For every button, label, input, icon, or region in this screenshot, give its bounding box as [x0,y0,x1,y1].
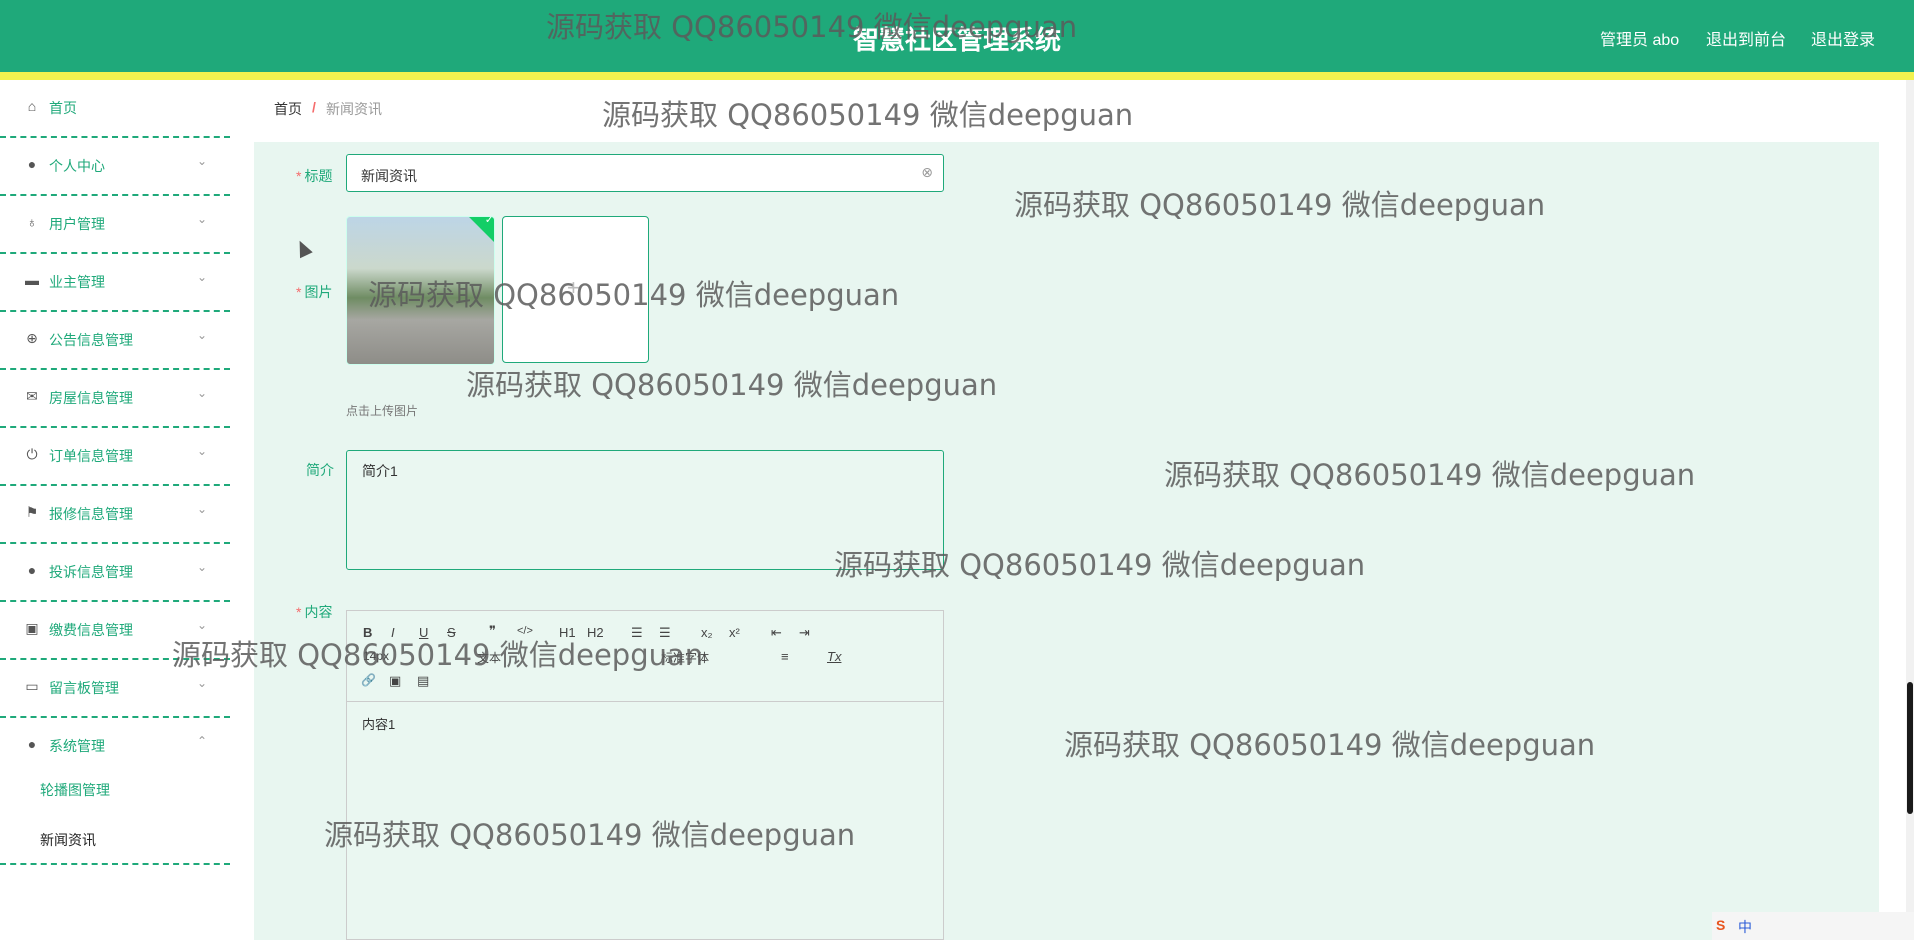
sidebar-item-notice-management[interactable]: ⊕ 公告信息管理 ⌄ [0,312,230,370]
intro-label: 简介 [306,462,334,478]
breadcrumb-separator: / [312,99,316,115]
watermark: 源码获取 QQ86050149 微信deepguan [1164,458,1696,492]
video-button[interactable]: ▤ [417,673,429,689]
breadcrumb-home[interactable]: 首页 [274,99,302,119]
bulb-icon: ● [27,562,37,578]
flag-icon: ⚑ [25,504,39,520]
sidebar-item-label: 房屋信息管理 [49,390,133,406]
chevron-up-icon: ⌃ [197,734,208,748]
sidebar-item-complaint-management[interactable]: ● 投诉信息管理 ⌄ [0,544,230,602]
image-button[interactable]: ▣ [389,673,401,689]
upload-success-badge: ✓ [465,216,494,246]
sidebar-item-label: 缴费信息管理 [49,622,133,638]
title-input-value: 新闻资讯 [361,168,417,184]
chevron-down-icon: ⌄ [197,154,208,168]
clear-icon[interactable]: ⊗ [921,164,933,181]
watermark: 源码获取 QQ86050149 微信deepguan [368,278,900,312]
sidebar-item-label: 订单信息管理 [49,448,133,464]
chevron-down-icon: ⌄ [197,212,208,226]
mail-icon: ✉ [26,388,38,404]
chevron-down-icon: ⌄ [197,676,208,690]
sidebar-item-label: 投诉信息管理 [49,564,133,580]
stamp-icon: ▬ [25,272,39,288]
watermark: 源码获取 QQ86050149 微信deepguan [602,98,1134,132]
sidebar-item-personal-center[interactable]: ● 个人中心 ⌄ [0,138,230,196]
content-label: * 内容 [296,604,333,620]
sidebar-item-label: 报修信息管理 [49,506,133,522]
intro-value: 简介1 [362,463,398,479]
mic-icon: ♁ [26,214,38,230]
chevron-down-icon: ⌄ [197,386,208,400]
user-icon: ● [27,156,37,172]
link-button[interactable]: 🔗 [361,673,376,687]
sidebar: ⌂ 首页 ● 个人中心 ⌄ ♁ 用户管理 ⌄ ▬ 业主管理 ⌄ ⊕ 公告信息管理… [0,80,230,940]
sidebar-item-label: 用户管理 [49,216,105,232]
watermark: 源码获取 QQ86050149 微信deepguan [324,818,856,852]
sidebar-item-label: 个人中心 [49,158,105,174]
chevron-down-icon: ⌄ [197,270,208,284]
clear-format-button[interactable]: Tx [827,649,841,664]
chevron-down-icon: ⌄ [197,560,208,574]
image-label: * 图片 [296,284,333,300]
admin-name: 管理员 abo [1600,32,1680,49]
sidebar-item-label: 业主管理 [49,274,105,290]
sidebar-item-system-management[interactable]: ● 系统管理 ⌃ [0,718,230,776]
sidebar-divider [0,863,230,865]
upload-tip: 点击上传图片 [346,404,419,418]
superscript-button[interactable]: x² [729,625,740,640]
header-accent-bar [0,72,1914,80]
sidebar-item-home[interactable]: ⌂ 首页 [0,80,230,138]
title-input[interactable]: 新闻资讯 ⊗ [346,154,944,192]
watermark: 源码获取 QQ86050149 微信deepguan [172,638,704,672]
title-label: * 标题 [296,168,333,184]
watermark: 源码获取 QQ86050149 微信deepguan [1064,728,1596,762]
sidebar-item-user-management[interactable]: ♁ 用户管理 ⌄ [0,196,230,254]
sidebar-item-repair-management[interactable]: ⚑ 报修信息管理 ⌄ [0,486,230,544]
indent-button[interactable]: ⇥ [799,625,810,641]
chevron-down-icon: ⌄ [197,502,208,516]
chevron-down-icon: ⌄ [197,444,208,458]
sidebar-subitem-news[interactable]: 新闻资讯 [40,830,96,850]
chevron-down-icon: ⌄ [197,328,208,342]
sidebar-item-label: 公告信息管理 [49,332,133,348]
page-scrollbar[interactable] [1906,80,1914,940]
watermark: 源码获取 QQ86050149 微信deepguan [1014,188,1546,222]
check-icon: ✓ [484,216,494,227]
watermark: 源码获取 QQ86050149 微信deepguan [546,10,1078,44]
scrollbar-thumb[interactable] [1907,682,1913,814]
user-icon: ● [27,736,37,752]
sidebar-item-label: 首页 [49,100,77,116]
ime-language-indicator[interactable]: 中 [1738,917,1752,937]
watermark: 源码获取 QQ86050149 微信deepguan [834,548,1366,582]
sidebar-item-order-management[interactable]: ⏻ 订单信息管理 ⌄ [0,428,230,486]
watermark: 源码获取 QQ86050149 微信deepguan [466,368,998,402]
power-icon: ⏻ [26,446,38,462]
clipboard-icon: ▣ [25,620,39,636]
sogou-ime-icon[interactable]: S [1716,917,1725,933]
outdent-button[interactable]: ⇤ [771,625,782,641]
exit-to-front-link[interactable]: 退出到前台 [1706,26,1786,50]
sidebar-item-label: 留言板管理 [49,680,119,696]
ime-toolbar: S 中 [1712,912,1914,940]
sidebar-item-house-management[interactable]: ✉ 房屋信息管理 ⌄ [0,370,230,428]
compass-icon: ⊕ [26,330,38,346]
sidebar-item-owner-management[interactable]: ▬ 业主管理 ⌄ [0,254,230,312]
sidebar-subitem-carousel[interactable]: 轮播图管理 [40,780,110,800]
sidebar-item-label: 系统管理 [49,738,105,754]
align-button[interactable]: ≡ [781,649,789,664]
breadcrumb-current: 新闻资讯 [326,101,382,117]
home-icon: ⌂ [27,98,37,114]
monitor-icon: ▭ [25,678,39,694]
logout-link[interactable]: 退出登录 [1811,26,1875,50]
editor-content: 内容1 [362,717,396,732]
chevron-down-icon: ⌄ [197,618,208,632]
